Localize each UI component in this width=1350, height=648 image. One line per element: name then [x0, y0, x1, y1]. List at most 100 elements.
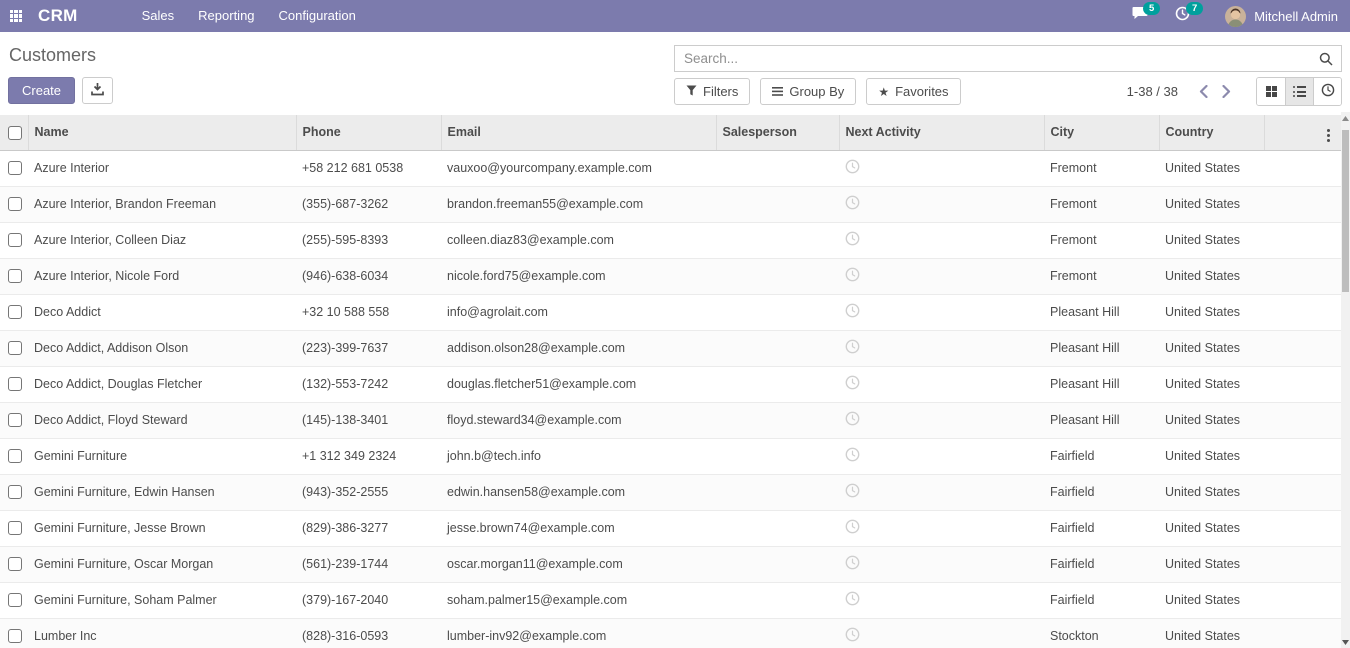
cell-country[interactable]: United States: [1159, 150, 1264, 186]
pager-previous-button[interactable]: [1192, 83, 1215, 100]
cell-country[interactable]: United States: [1159, 474, 1264, 510]
activity-clock-icon[interactable]: [845, 595, 860, 609]
cell-country[interactable]: United States: [1159, 546, 1264, 582]
table-row[interactable]: Deco Addict, Addison Olson(223)-399-7637…: [0, 330, 1341, 366]
activity-clock-icon[interactable]: [845, 451, 860, 465]
activity-clock-icon[interactable]: [845, 415, 860, 429]
cell-city[interactable]: Pleasant Hill: [1044, 330, 1159, 366]
cell-next-activity[interactable]: [839, 546, 1044, 582]
cell-phone[interactable]: (255)-595-8393: [296, 222, 441, 258]
cell-next-activity[interactable]: [839, 258, 1044, 294]
cell-next-activity[interactable]: [839, 366, 1044, 402]
cell-name[interactable]: Gemini Furniture, Oscar Morgan: [28, 546, 296, 582]
cell-phone[interactable]: (828)-316-0593: [296, 618, 441, 648]
column-header-email[interactable]: Email: [441, 115, 716, 150]
table-row[interactable]: Deco Addict, Floyd Steward(145)-138-3401…: [0, 402, 1341, 438]
cell-name[interactable]: Azure Interior: [28, 150, 296, 186]
row-checkbox[interactable]: [8, 449, 22, 463]
user-menu[interactable]: Mitchell Admin: [1254, 9, 1338, 24]
cell-phone[interactable]: +32 10 588 558: [296, 294, 441, 330]
favorites-button[interactable]: ★ Favorites: [866, 78, 960, 105]
cell-city[interactable]: Fairfield: [1044, 546, 1159, 582]
row-checkbox[interactable]: [8, 269, 22, 283]
table-row[interactable]: Azure Interior, Nicole Ford(946)-638-603…: [0, 258, 1341, 294]
cell-next-activity[interactable]: [839, 186, 1044, 222]
activity-clock-icon[interactable]: [845, 271, 860, 285]
cell-name[interactable]: Gemini Furniture: [28, 438, 296, 474]
cell-phone[interactable]: +1 312 349 2324: [296, 438, 441, 474]
cell-next-activity[interactable]: [839, 222, 1044, 258]
column-header-salesperson[interactable]: Salesperson: [716, 115, 839, 150]
cell-name[interactable]: Azure Interior, Colleen Diaz: [28, 222, 296, 258]
column-header-next-activity[interactable]: Next Activity: [839, 115, 1044, 150]
row-checkbox[interactable]: [8, 341, 22, 355]
search-icon[interactable]: [1311, 46, 1341, 71]
table-row[interactable]: Azure Interior, Brandon Freeman(355)-687…: [0, 186, 1341, 222]
table-row[interactable]: Azure Interior+58 212 681 0538vauxoo@you…: [0, 150, 1341, 186]
cell-country[interactable]: United States: [1159, 294, 1264, 330]
cell-country[interactable]: United States: [1159, 582, 1264, 618]
activity-view-button[interactable]: [1313, 78, 1341, 105]
cell-phone[interactable]: (943)-352-2555: [296, 474, 441, 510]
cell-salesperson[interactable]: [716, 438, 839, 474]
cell-phone[interactable]: (379)-167-2040: [296, 582, 441, 618]
cell-next-activity[interactable]: [839, 402, 1044, 438]
cell-email[interactable]: oscar.morgan11@example.com: [441, 546, 716, 582]
cell-phone[interactable]: (145)-138-3401: [296, 402, 441, 438]
column-header-country[interactable]: Country: [1159, 115, 1264, 150]
cell-next-activity[interactable]: [839, 330, 1044, 366]
activity-clock-icon[interactable]: [845, 631, 860, 645]
cell-city[interactable]: Fairfield: [1044, 582, 1159, 618]
cell-country[interactable]: United States: [1159, 402, 1264, 438]
cell-country[interactable]: United States: [1159, 258, 1264, 294]
activity-clock-icon[interactable]: [845, 343, 860, 357]
cell-city[interactable]: Fremont: [1044, 186, 1159, 222]
cell-city[interactable]: Fremont: [1044, 258, 1159, 294]
activity-clock-icon[interactable]: [845, 163, 860, 177]
activity-clock-icon[interactable]: [845, 523, 860, 537]
table-row[interactable]: Deco Addict+32 10 588 558info@agrolait.c…: [0, 294, 1341, 330]
cell-country[interactable]: United States: [1159, 510, 1264, 546]
column-header-phone[interactable]: Phone: [296, 115, 441, 150]
messages-button[interactable]: 5: [1132, 0, 1149, 32]
vertical-scrollbar[interactable]: [1341, 112, 1350, 648]
row-checkbox[interactable]: [8, 161, 22, 175]
group-by-button[interactable]: Group By: [760, 78, 856, 105]
cell-next-activity[interactable]: [839, 438, 1044, 474]
cell-name[interactable]: Azure Interior, Brandon Freeman: [28, 186, 296, 222]
activity-clock-icon[interactable]: [845, 559, 860, 573]
scroll-down-arrow[interactable]: [1341, 636, 1350, 648]
scrollbar-thumb[interactable]: [1342, 130, 1349, 292]
cell-phone[interactable]: (561)-239-1744: [296, 546, 441, 582]
menu-sales[interactable]: Sales: [130, 0, 187, 32]
cell-phone[interactable]: (355)-687-3262: [296, 186, 441, 222]
cell-salesperson[interactable]: [716, 186, 839, 222]
column-header-city[interactable]: City: [1044, 115, 1159, 150]
cell-email[interactable]: soham.palmer15@example.com: [441, 582, 716, 618]
menu-configuration[interactable]: Configuration: [267, 0, 368, 32]
cell-city[interactable]: Pleasant Hill: [1044, 402, 1159, 438]
table-row[interactable]: Gemini Furniture, Jesse Brown(829)-386-3…: [0, 510, 1341, 546]
cell-name[interactable]: Lumber Inc: [28, 618, 296, 648]
cell-country[interactable]: United States: [1159, 330, 1264, 366]
cell-city[interactable]: Fairfield: [1044, 510, 1159, 546]
cell-city[interactable]: Fremont: [1044, 222, 1159, 258]
cell-phone[interactable]: (829)-386-3277: [296, 510, 441, 546]
row-checkbox[interactable]: [8, 629, 22, 643]
optional-columns-icon[interactable]: [1325, 127, 1332, 144]
cell-salesperson[interactable]: [716, 294, 839, 330]
cell-country[interactable]: United States: [1159, 366, 1264, 402]
select-all-checkbox[interactable]: [8, 126, 22, 140]
row-checkbox[interactable]: [8, 197, 22, 211]
cell-email[interactable]: brandon.freeman55@example.com: [441, 186, 716, 222]
table-row[interactable]: Lumber Inc(828)-316-0593lumber-inv92@exa…: [0, 618, 1341, 648]
row-checkbox[interactable]: [8, 233, 22, 247]
filters-button[interactable]: Filters: [674, 78, 750, 105]
cell-country[interactable]: United States: [1159, 438, 1264, 474]
app-brand[interactable]: CRM: [38, 6, 78, 26]
table-row[interactable]: Gemini Furniture, Edwin Hansen(943)-352-…: [0, 474, 1341, 510]
row-checkbox[interactable]: [8, 413, 22, 427]
cell-country[interactable]: United States: [1159, 222, 1264, 258]
activity-clock-icon[interactable]: [845, 487, 860, 501]
avatar[interactable]: [1225, 6, 1246, 27]
